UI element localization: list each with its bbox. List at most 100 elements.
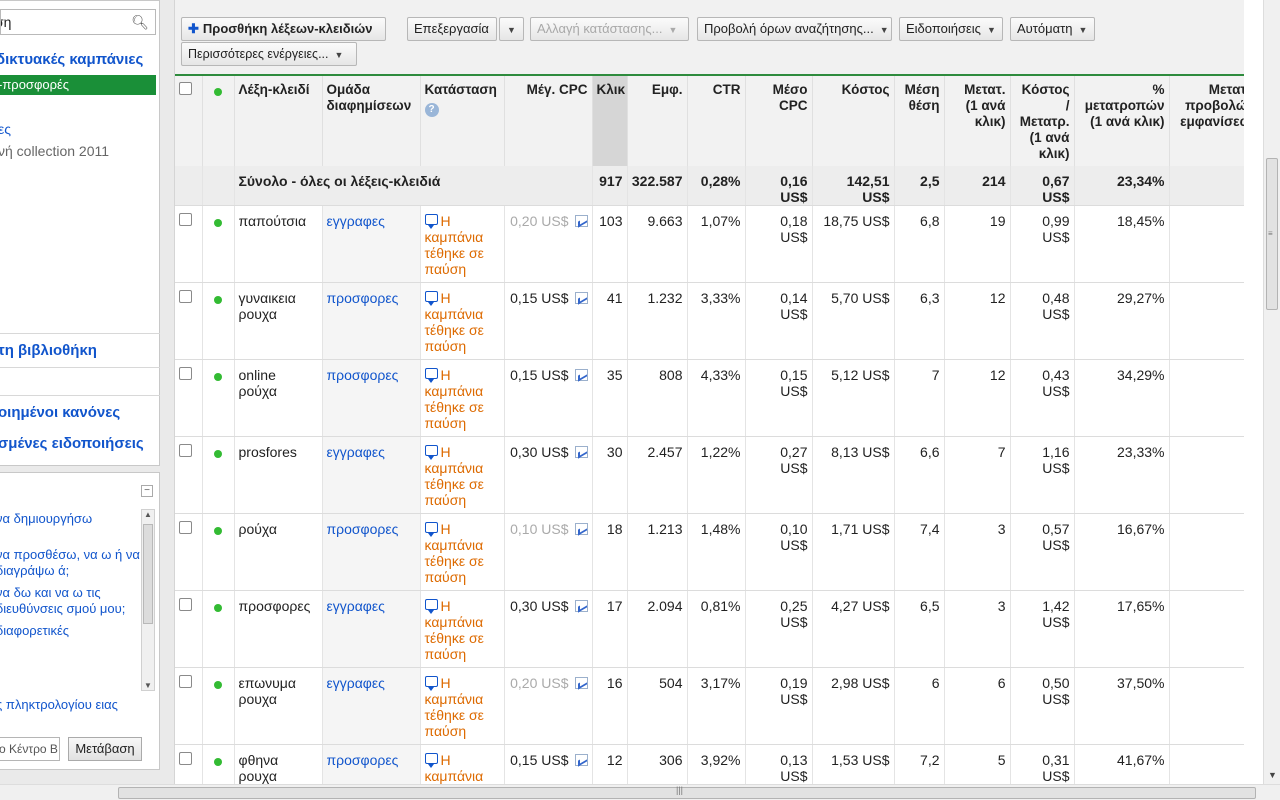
keyword-cell[interactable]: προσφορες	[234, 590, 323, 668]
comment-icon[interactable]	[424, 291, 438, 306]
table-row[interactable]: παπούτσια εγγραφες Η καμπάνια τέθηκε σε πα…	[175, 205, 1244, 283]
bid-simulator-icon[interactable]	[574, 215, 588, 227]
edit-dropdown-button[interactable]: ▼	[499, 17, 524, 41]
table-row[interactable]: prosfores εγγραφες Η καμπάνια τέθηκε σε πα…	[175, 436, 1244, 514]
row-checkbox[interactable]	[179, 521, 192, 534]
comment-icon[interactable]	[424, 368, 438, 383]
col-avg-cpc[interactable]: Μέσο CPC	[745, 76, 813, 166]
comment-icon[interactable]	[424, 445, 438, 460]
help-link[interactable]: να δημιουργήσω	[0, 511, 140, 527]
scroll-down-icon[interactable]: ▼	[1268, 770, 1277, 780]
saved-notifications-link[interactable]: σμένες ειδοποιήσεις	[0, 435, 144, 452]
col-view-through[interactable]: Μετατρ. προβολών/ εμφανίσεων	[1169, 76, 1244, 166]
help-link[interactable]: διαφορετικές	[0, 623, 140, 639]
bid-simulator-icon[interactable]	[574, 600, 588, 612]
max-cpc-cell[interactable]: 0,15 US$	[504, 282, 593, 360]
automate-dropdown[interactable]: Αυτόματη ▼	[1010, 17, 1095, 41]
bid-simulator-icon[interactable]	[574, 369, 588, 381]
keyword-cell[interactable]: prosfores	[234, 436, 323, 514]
help-link[interactable]: να δω και να ω τις διευθύνσεις σμού μου;	[0, 585, 140, 617]
max-cpc-cell[interactable]: 0,20 US$	[504, 667, 593, 745]
col-max-cpc[interactable]: Μέγ. CPC	[504, 76, 593, 166]
scroll-thumb[interactable]	[143, 524, 153, 624]
alerts-dropdown[interactable]: Ειδοποιήσεις ▼	[899, 17, 1003, 41]
comment-icon[interactable]	[424, 214, 438, 229]
keyword-cell[interactable]: ρούχα	[234, 513, 323, 591]
scroll-thumb[interactable]	[118, 787, 1256, 799]
col-cost-per-conversion[interactable]: Κόστος / Μετατρ. (1 ανά κλικ)	[1010, 76, 1075, 166]
add-keywords-button[interactable]: ✚ Προσθήκη λέξεων-κλειδιών	[181, 17, 386, 41]
col-clicks[interactable]: Κλικ	[592, 76, 628, 166]
max-cpc-cell[interactable]: 0,15 US$	[504, 359, 593, 437]
col-cost[interactable]: Κόστος	[812, 76, 895, 166]
campaigns-heading[interactable]: δικτυακές καμπάνιες	[0, 51, 143, 68]
change-status-dropdown[interactable]: Αλλαγή κατάστασης... ▼	[530, 17, 689, 41]
table-row[interactable]: online ρούχα προσφορες Η καμπάνια τέθηκε σ…	[175, 359, 1244, 437]
table-row[interactable]: επωνυμα ρουχα εγγραφες Η καμπάνια τέθηκε σ…	[175, 667, 1244, 745]
row-checkbox[interactable]	[179, 444, 192, 457]
ad-group-link[interactable]: προσφορες	[327, 290, 399, 306]
col-ad-group[interactable]: Ομάδα διαφημίσεων	[322, 76, 421, 166]
col-avg-position[interactable]: Μέση θέση	[894, 76, 945, 166]
keyword-cell[interactable]: επωνυμα ρουχα	[234, 667, 323, 745]
goto-button[interactable]: Μετάβαση	[68, 737, 142, 761]
keyword-cell[interactable]: φθηνα ρουχα	[234, 744, 323, 784]
comment-icon[interactable]	[424, 522, 438, 537]
row-checkbox[interactable]	[179, 598, 192, 611]
ad-group-link[interactable]: εγγραφες	[327, 444, 385, 460]
comment-icon[interactable]	[424, 599, 438, 614]
ad-group-link[interactable]: προσφορες	[327, 752, 399, 768]
table-row[interactable]: φθηνα ρουχαπροσφορες Η καμπάνια τέθηκε σε…	[175, 744, 1244, 784]
goto-input[interactable]: ο Κέντρο Β	[0, 737, 60, 761]
col-status[interactable]: Κατάσταση?	[420, 76, 505, 166]
max-cpc-cell[interactable]: 0,20 US$	[504, 205, 593, 283]
bid-simulator-icon[interactable]	[574, 292, 588, 304]
col-keyword[interactable]: Λέξη-κλειδί	[234, 76, 323, 166]
more-actions-dropdown[interactable]: Περισσότερες ενέργειες... ▼	[181, 42, 357, 66]
max-cpc-cell[interactable]: 0,10 US$	[504, 513, 593, 591]
select-all-checkbox[interactable]	[179, 82, 192, 95]
max-cpc-cell[interactable]: 0,30 US$	[504, 436, 593, 514]
vertical-scrollbar[interactable]: ≡ ▼	[1263, 0, 1280, 784]
col-impressions[interactable]: Εμφ.	[627, 76, 688, 166]
comment-icon[interactable]	[424, 676, 438, 691]
search-input[interactable]: ση 🔍︎	[0, 9, 156, 35]
max-cpc-cell[interactable]: 0,30 US$	[504, 590, 593, 668]
row-checkbox[interactable]	[179, 213, 192, 226]
horizontal-scrollbar[interactable]: |||	[0, 784, 1280, 800]
table-row[interactable]: ρούχα προσφορες Η καμπάνια τέθηκε σε παύση…	[175, 513, 1244, 591]
edit-button[interactable]: Επεξεργασία	[407, 17, 497, 41]
row-checkbox[interactable]	[179, 675, 192, 688]
ad-group-link[interactable]: προσφορες	[327, 367, 399, 383]
comment-icon[interactable]	[424, 753, 438, 768]
tree-item-selected[interactable]: -προσφορές	[0, 75, 156, 95]
row-checkbox[interactable]	[179, 752, 192, 765]
bid-simulator-icon[interactable]	[574, 523, 588, 535]
bid-simulator-icon[interactable]	[574, 754, 588, 766]
custom-rules-link[interactable]: οιημένοι κανόνες	[0, 404, 120, 421]
table-row[interactable]: προσφορες εγγραφες Η καμπάνια τέθηκε σε πα…	[175, 590, 1244, 668]
keyword-cell[interactable]: παπούτσια	[234, 205, 323, 283]
col-conversion-rate[interactable]: % μετατροπών (1 ανά κλικ)	[1074, 76, 1170, 166]
scroll-up-icon[interactable]: ▲	[144, 510, 152, 519]
table-row[interactable]: γυναικεια ρουχα προσφορες Η καμπάνια τέθηκ…	[175, 282, 1244, 360]
tree-item[interactable]: νή collection 2011	[0, 143, 109, 159]
col-conversions[interactable]: Μετατ. (1 ανά κλικ)	[944, 76, 1011, 166]
help-scrollbar[interactable]: ▲ ▼	[141, 509, 155, 691]
help-link[interactable]: να προσθέσω, να ω ή να διαγράψω ά;	[0, 547, 140, 579]
shared-library-link[interactable]: τη βιβλιοθήκη	[0, 342, 97, 359]
row-checkbox[interactable]	[179, 367, 192, 380]
max-cpc-cell[interactable]: 0,15 US$	[504, 744, 593, 784]
bid-simulator-icon[interactable]	[574, 446, 588, 458]
scroll-down-icon[interactable]: ▼	[144, 681, 152, 690]
ad-group-link[interactable]: προσφορες	[327, 521, 399, 537]
ad-group-link[interactable]: εγγραφες	[327, 675, 385, 691]
keyword-cell[interactable]: online ρούχα	[234, 359, 323, 437]
view-search-terms-dropdown[interactable]: Προβολή όρων αναζήτησης... ▼	[697, 17, 892, 41]
bid-simulator-icon[interactable]	[574, 677, 588, 689]
help-icon[interactable]: ?	[424, 103, 439, 117]
search-icon[interactable]: 🔍︎	[131, 10, 149, 34]
ad-group-link[interactable]: εγγραφες	[327, 598, 385, 614]
keyboard-shortcuts-link[interactable]: ς πληκτρολογίου ειας	[0, 697, 146, 713]
minimize-icon[interactable]: −	[141, 485, 153, 497]
